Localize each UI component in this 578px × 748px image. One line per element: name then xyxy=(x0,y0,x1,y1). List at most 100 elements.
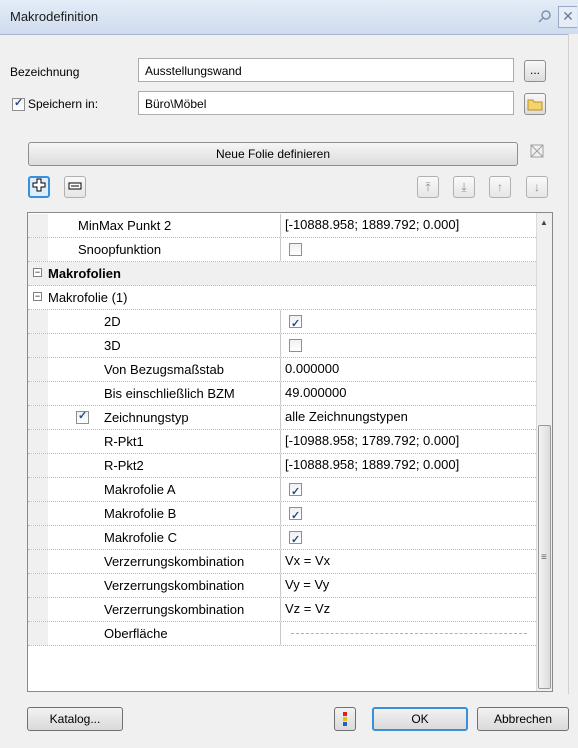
grid-row[interactable]: 3D xyxy=(28,334,536,358)
collapse-icon[interactable]: − xyxy=(33,292,42,301)
property-name: MinMax Punkt 2 xyxy=(78,218,172,233)
property-value[interactable] xyxy=(280,526,537,551)
folder-button[interactable] xyxy=(524,93,546,115)
color-palette-button[interactable] xyxy=(334,707,356,731)
property-value[interactable]: Vz = Vz xyxy=(280,598,537,621)
property-value[interactable]: Vy = Vy xyxy=(280,574,537,597)
property-grid[interactable]: MinMax Punkt 2 [-10888.958; 1889.792; 0.0… xyxy=(27,212,553,692)
property-value[interactable] xyxy=(280,310,537,335)
property-checkbox[interactable] xyxy=(289,313,302,335)
property-checkbox[interactable] xyxy=(289,505,302,527)
property-name: Verzerrungskombination xyxy=(104,602,245,617)
row-gutter xyxy=(28,310,48,333)
grid-scrollbar[interactable]: ▲ ≡ xyxy=(536,213,552,691)
property-name: 2D xyxy=(104,314,121,329)
property-value[interactable] xyxy=(280,334,537,357)
row-gutter xyxy=(28,214,48,237)
row-gutter xyxy=(28,238,48,261)
folder-icon xyxy=(527,99,543,111)
property-value[interactable] xyxy=(280,238,537,261)
speichern-field[interactable]: Büro\Möbel xyxy=(138,91,514,115)
grid-row[interactable]: Makrofolie C xyxy=(28,526,537,551)
grid-row[interactable]: Snoopfunktion xyxy=(28,238,536,262)
grid-row[interactable]: Bis einschließlich BZM 49.000000 xyxy=(28,382,536,406)
property-checkbox[interactable] xyxy=(289,243,302,256)
scroll-thumb[interactable]: ≡ xyxy=(538,425,551,689)
grid-row[interactable]: 2D xyxy=(28,310,537,335)
property-name: Von Bezugsmaßstab xyxy=(104,362,224,377)
speichern-label: Speichern in: xyxy=(28,97,99,111)
property-value[interactable] xyxy=(280,502,537,527)
ok-button[interactable]: OK xyxy=(372,707,468,731)
grid-row[interactable]: Verzerrungskombination Vy = Vy xyxy=(28,574,536,598)
move-up-button[interactable]: ↑ xyxy=(489,176,511,198)
speichern-checkbox[interactable] xyxy=(12,96,25,111)
neue-folie-button[interactable]: Neue Folie definieren xyxy=(28,142,518,166)
zeichnungstyp-checkbox[interactable] xyxy=(76,409,89,424)
grid-row[interactable]: Verzerrungskombination Vz = Vz xyxy=(28,598,536,622)
property-value[interactable]: Vx = Vx xyxy=(280,550,537,573)
browse-button[interactable]: ... xyxy=(524,60,546,82)
grid-row[interactable]: Zeichnungstyp alle Zeichnungstypen xyxy=(28,406,536,430)
property-value[interactable]: 0.000000 xyxy=(280,358,537,381)
arrow-down-icon: ↓ xyxy=(534,180,540,194)
collapse-icon[interactable]: − xyxy=(33,268,42,277)
grid-row[interactable]: − Makrofolien xyxy=(28,262,536,286)
property-name: 3D xyxy=(104,338,121,353)
grid-row[interactable]: R-Pkt1 [-10988.958; 1789.792; 0.000] xyxy=(28,430,536,454)
property-value[interactable] xyxy=(280,478,537,503)
move-top-button[interactable]: ⤒ xyxy=(417,176,439,198)
move-bottom-button[interactable]: ⤓ xyxy=(453,176,475,198)
outer-scrollbar[interactable] xyxy=(568,34,578,694)
delete-layer-icon[interactable] xyxy=(526,142,548,164)
property-name: Oberfläche xyxy=(104,626,168,641)
grid-row[interactable]: Oberfläche xyxy=(28,622,536,646)
grid-row[interactable]: Makrofolie B xyxy=(28,502,537,527)
abbrechen-button[interactable]: Abbrechen xyxy=(477,707,569,731)
palette-icon xyxy=(343,712,347,726)
bezeichnung-label: Bezeichnung xyxy=(10,65,80,79)
move-down-button[interactable]: ↓ xyxy=(526,176,548,198)
grid-row[interactable]: Verzerrungskombination Vx = Vx xyxy=(28,550,536,574)
grid-row[interactable]: − Makrofolie (1) xyxy=(28,286,536,310)
property-checkbox[interactable] xyxy=(289,481,302,503)
property-value[interactable] xyxy=(280,622,537,645)
close-icon[interactable]: ✕ xyxy=(558,6,577,28)
row-gutter xyxy=(28,574,48,597)
property-name: Verzerrungskombination xyxy=(104,554,245,569)
row-gutter xyxy=(28,502,48,525)
move-top-icon: ⤒ xyxy=(425,180,431,194)
add-property-button[interactable] xyxy=(28,176,50,198)
empty-value-line xyxy=(291,633,527,634)
bezeichnung-field[interactable]: Ausstellungswand xyxy=(138,58,514,82)
katalog-button[interactable]: Katalog... xyxy=(27,707,123,731)
row-gutter xyxy=(28,622,48,645)
property-name: Makrofolie C xyxy=(104,530,177,545)
row-gutter xyxy=(28,406,48,429)
property-value[interactable]: 49.000000 xyxy=(280,382,537,405)
row-gutter xyxy=(28,598,48,621)
collapse-button[interactable] xyxy=(64,176,86,198)
scroll-up-icon[interactable]: ▲ xyxy=(540,218,548,227)
property-name: Makrofolie A xyxy=(104,482,176,497)
property-name: Bis einschließlich BZM xyxy=(104,386,235,401)
grid-row[interactable]: MinMax Punkt 2 [-10888.958; 1889.792; 0.0… xyxy=(28,214,536,238)
row-gutter xyxy=(28,526,48,549)
grid-row[interactable]: Von Bezugsmaßstab 0.000000 xyxy=(28,358,536,382)
row-gutter xyxy=(28,334,48,357)
property-value[interactable]: [-10988.958; 1789.792; 0.000] xyxy=(280,430,537,453)
property-name: Verzerrungskombination xyxy=(104,578,245,593)
property-name: Zeichnungstyp xyxy=(104,410,189,425)
property-name: R-Pkt2 xyxy=(104,458,144,473)
property-value[interactable]: [-10888.958; 1889.792; 0.000] xyxy=(280,214,537,237)
add-icon xyxy=(32,178,46,192)
grid-row[interactable]: Makrofolie A xyxy=(28,478,537,503)
property-value[interactable]: [-10888.958; 1889.792; 0.000] xyxy=(280,454,537,477)
property-checkbox[interactable] xyxy=(289,339,302,352)
pin-icon[interactable] xyxy=(537,8,553,24)
property-name: Makrofolie (1) xyxy=(48,290,128,305)
arrow-up-icon: ↑ xyxy=(497,180,503,194)
property-checkbox[interactable] xyxy=(289,529,302,551)
property-value[interactable]: alle Zeichnungstypen xyxy=(280,406,537,429)
grid-row[interactable]: R-Pkt2 [-10888.958; 1889.792; 0.000] xyxy=(28,454,536,478)
